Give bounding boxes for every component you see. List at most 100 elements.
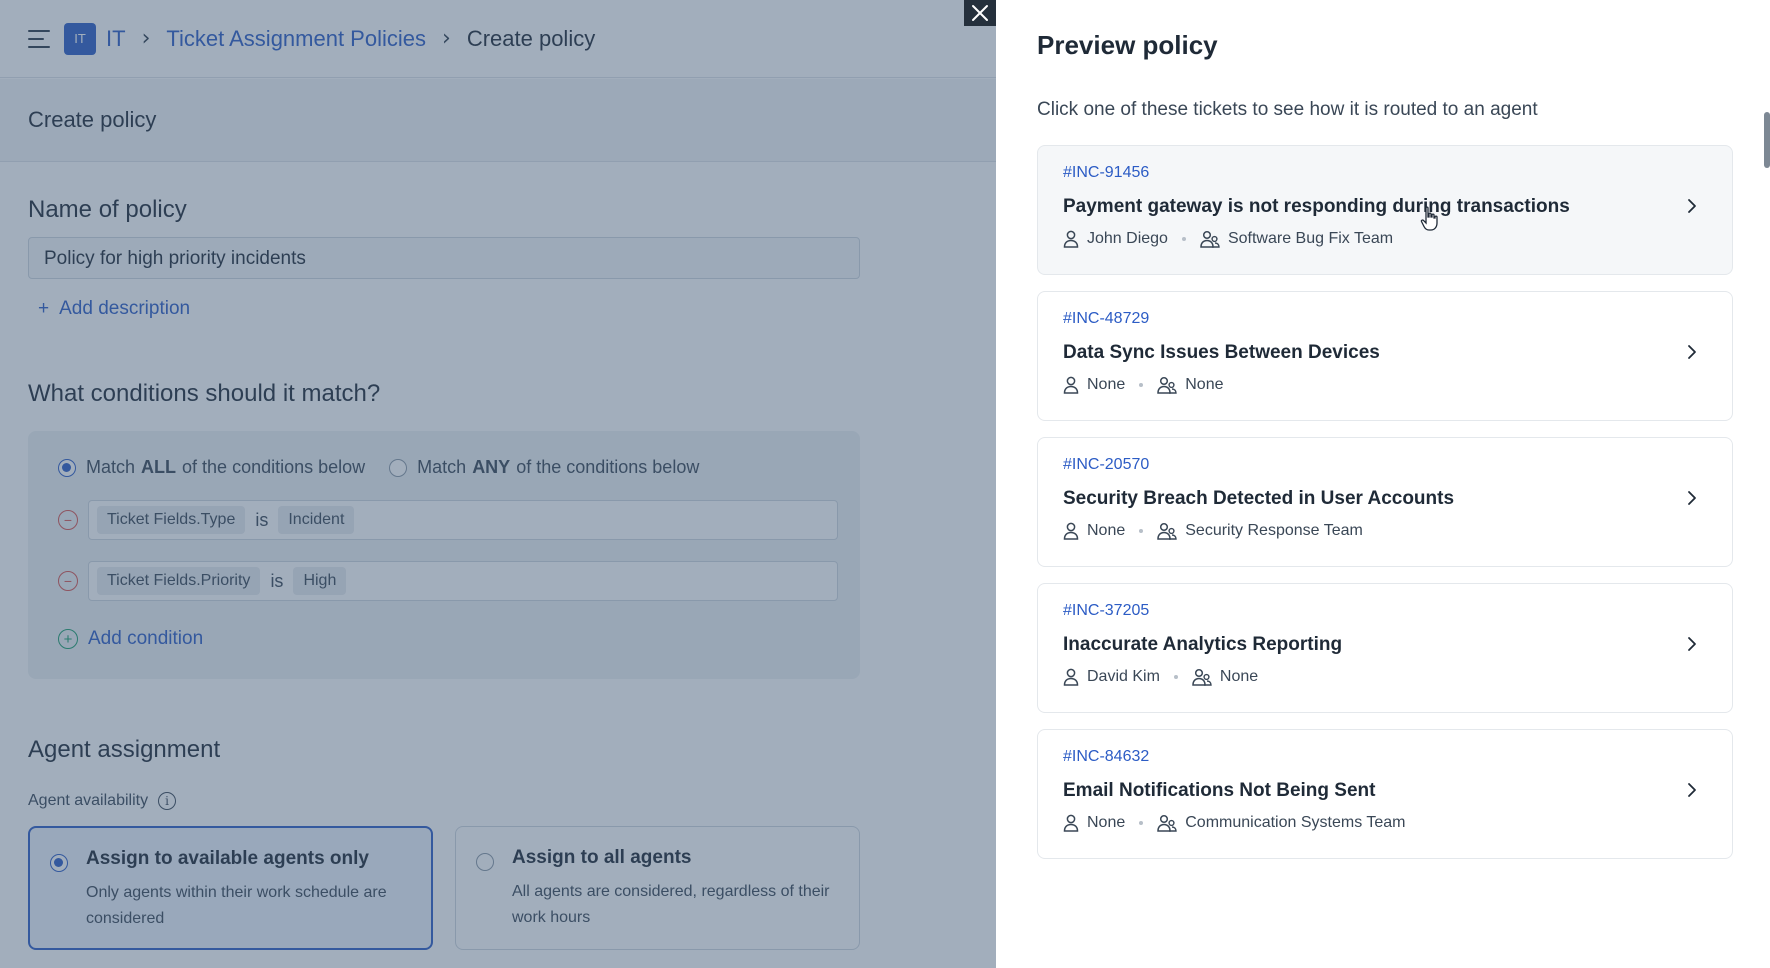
- ticket-id: #INC-37205: [1063, 602, 1150, 619]
- ticket-id: #INC-84632: [1063, 748, 1150, 765]
- ticket-id: #INC-48729: [1063, 310, 1150, 327]
- option-title: Assign to available agents only: [86, 848, 369, 869]
- radio-empty-icon[interactable]: [389, 458, 408, 477]
- chevron-right-icon: [1688, 491, 1696, 505]
- top-bar: IT IT › Ticket Assignment Policies › Cre…: [0, 0, 996, 78]
- ticket-group: Communication Systems Team: [1185, 814, 1406, 831]
- ticket-card[interactable]: #INC-48729 Data Sync Issues Between Devic…: [1037, 291, 1733, 421]
- conditions-title: What conditions should it match?: [28, 380, 381, 407]
- ticket-card[interactable]: #INC-91456 Payment gateway is not respond…: [1037, 145, 1733, 275]
- group-icon: [1157, 522, 1177, 540]
- agent-assignment-title: Agent assignment: [28, 736, 221, 763]
- person-icon: [1063, 668, 1079, 686]
- condition-value-chip: High: [293, 567, 347, 595]
- ticket-meta: John Diego Software Bug Fix Team: [1063, 230, 1732, 248]
- info-icon[interactable]: i: [158, 792, 177, 810]
- breadcrumb-policies[interactable]: Ticket Assignment Policies: [166, 26, 426, 52]
- ticket-title: Data Sync Issues Between Devices: [1063, 342, 1380, 363]
- ticket-card[interactable]: #INC-37205 Inaccurate Analytics Reporting…: [1037, 583, 1733, 713]
- ticket-title: Inaccurate Analytics Reporting: [1063, 634, 1343, 655]
- match-all-option[interactable]: Match ALL of the conditions below: [58, 457, 365, 478]
- ticket-meta: David Kim None: [1063, 668, 1732, 686]
- ticket-meta: None Security Response Team: [1063, 522, 1732, 540]
- chevron-right-icon: [1688, 637, 1696, 651]
- radio-selected-icon[interactable]: [58, 458, 76, 477]
- preview-subtitle: Click one of these tickets to see how it…: [1037, 99, 1538, 120]
- option-title: Assign to all agents: [512, 847, 692, 868]
- person-icon: [1063, 230, 1079, 248]
- ticket-agent: None: [1087, 376, 1126, 393]
- preview-panel: Preview policy Click one of these ticket…: [996, 0, 1770, 968]
- ticket-title: Security Breach Detected in User Account…: [1063, 488, 1455, 509]
- group-icon: [1157, 814, 1177, 832]
- assign-available-option[interactable]: Assign to available agents only Only age…: [28, 826, 433, 950]
- option-description: All agents are considered, regardless of…: [512, 883, 830, 926]
- breadcrumb-it[interactable]: IT: [106, 26, 126, 52]
- ticket-agent: None: [1087, 814, 1126, 831]
- condition-field-chip: Ticket Fields.Priority: [97, 567, 261, 595]
- condition-row: − Ticket Fields.Priority is High: [58, 561, 838, 601]
- ticket-group: Software Bug Fix Team: [1227, 230, 1394, 247]
- workspace-badge: IT: [64, 22, 96, 55]
- add-description-link[interactable]: + Add description: [38, 298, 190, 320]
- separator-dot: [1139, 529, 1144, 533]
- person-icon: [1063, 522, 1079, 540]
- condition-row: − Ticket Fields.Type is Incident: [58, 500, 838, 540]
- person-icon: [1063, 376, 1079, 394]
- ticket-group: None: [1185, 376, 1224, 393]
- ticket-title: Payment gateway is not responding during…: [1063, 196, 1570, 217]
- option-description: Only agents within their work schedule a…: [86, 884, 387, 927]
- remove-condition-icon[interactable]: −: [58, 571, 78, 591]
- match-any-option[interactable]: Match ANY of the conditions below: [389, 457, 699, 478]
- condition-value-chip: Incident: [278, 506, 355, 534]
- ticket-group: Security Response Team: [1185, 522, 1363, 539]
- conditions-box: Match ALL of the conditions below Match …: [28, 431, 860, 679]
- chevron-right-icon: ›: [141, 26, 151, 51]
- create-policy-page: IT IT › Ticket Assignment Policies › Cre…: [0, 0, 996, 968]
- chevron-right-icon: [1688, 783, 1696, 797]
- ticket-group: None: [1219, 668, 1259, 685]
- scrollbar[interactable]: [1764, 112, 1770, 168]
- group-icon: [1157, 376, 1177, 394]
- plus-circle-icon: +: [58, 629, 78, 649]
- ticket-id: #INC-20570: [1063, 456, 1150, 473]
- hand-cursor-icon: [1420, 206, 1438, 231]
- chevron-right-icon: ›: [442, 26, 451, 51]
- condition-operator: is: [255, 509, 269, 530]
- separator-dot: [1173, 675, 1178, 679]
- condition-operator: is: [270, 570, 284, 591]
- ticket-id: #INC-91456: [1063, 164, 1150, 181]
- group-icon: [1192, 668, 1212, 686]
- ticket-card[interactable]: #INC-84632 Email Notifications Not Being …: [1037, 729, 1733, 859]
- radio-selected-icon[interactable]: [50, 854, 68, 872]
- policy-name-label: Name of policy: [28, 196, 187, 223]
- condition-field-chip: Ticket Fields.Type: [97, 506, 246, 534]
- plus-icon: +: [38, 298, 50, 319]
- separator-dot: [1181, 237, 1186, 241]
- ticket-card[interactable]: #INC-20570 Security Breach Detected in Us…: [1037, 437, 1733, 567]
- add-condition-button[interactable]: + Add condition: [58, 628, 203, 650]
- radio-empty-icon[interactable]: [476, 853, 494, 871]
- menu-icon[interactable]: [28, 29, 50, 48]
- person-icon: [1063, 814, 1079, 832]
- close-panel-button[interactable]: [964, 0, 996, 26]
- ticket-agent: John Diego: [1087, 230, 1168, 247]
- condition-field[interactable]: Ticket Fields.Type is Incident: [88, 500, 838, 540]
- policy-name-input[interactable]: Policy for high priority incidents: [28, 237, 860, 279]
- ticket-agent: None: [1087, 522, 1126, 539]
- condition-field[interactable]: Ticket Fields.Priority is High: [88, 561, 838, 601]
- separator-dot: [1139, 821, 1144, 825]
- close-icon: [972, 5, 988, 21]
- ticket-agent: David Kim: [1087, 668, 1160, 685]
- assign-all-option[interactable]: Assign to all agents All agents are cons…: [455, 826, 860, 950]
- ticket-meta: None Communication Systems Team: [1063, 814, 1732, 832]
- match-mode-group: Match ALL of the conditions below Match …: [58, 457, 723, 478]
- group-icon: [1200, 230, 1220, 248]
- remove-condition-icon[interactable]: −: [58, 510, 78, 530]
- breadcrumb-current: Create policy: [466, 25, 596, 51]
- chevron-right-icon: [1688, 199, 1696, 213]
- add-description-label: Add description: [59, 298, 191, 319]
- add-condition-label: Add condition: [88, 628, 204, 649]
- ticket-meta: None None: [1063, 376, 1732, 394]
- preview-title: Preview policy: [1037, 30, 1218, 60]
